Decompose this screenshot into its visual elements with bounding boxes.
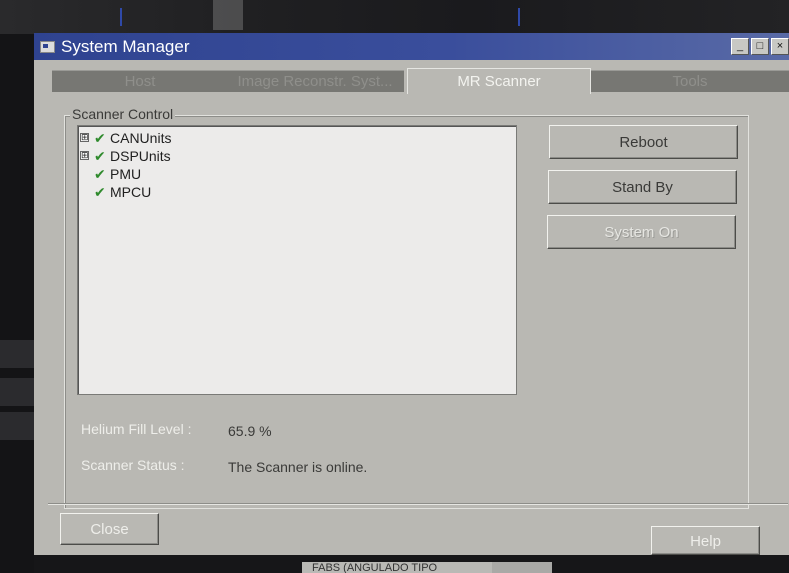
- tree-item-label: DSPUnits: [110, 148, 171, 164]
- tab-tools[interactable]: Tools: [591, 70, 789, 92]
- background-fragment: [0, 378, 34, 406]
- maximize-button[interactable]: □: [751, 38, 769, 55]
- monitor-left-background: [0, 34, 34, 573]
- close-button[interactable]: Close: [60, 513, 159, 545]
- check-icon: ✔: [94, 166, 106, 182]
- window-title: System Manager: [61, 37, 190, 56]
- check-icon: ✔: [94, 184, 106, 200]
- background-marker: [120, 8, 122, 26]
- background-text-field: FABS (ANGULADO TIPO: [302, 562, 492, 573]
- scanner-status-value: The Scanner is online.: [228, 459, 368, 475]
- stand-by-button[interactable]: Stand By: [548, 170, 737, 204]
- tab-image-reconstr-syst[interactable]: Image Reconstr. Syst...: [226, 70, 404, 92]
- tree-item-label: PMU: [110, 166, 142, 182]
- window-icon: [40, 41, 55, 53]
- minimize-button[interactable]: _: [731, 38, 749, 55]
- title-bar[interactable]: System Manager _ □ ×: [34, 33, 789, 60]
- tree-item-pmu[interactable]: ✔ PMU: [78, 165, 198, 183]
- expand-plus-icon[interactable]: ⊞: [80, 133, 89, 142]
- help-button[interactable]: Help: [651, 526, 760, 555]
- scanner-status-label: Scanner Status :: [81, 457, 185, 473]
- tab-host[interactable]: Host: [52, 70, 228, 92]
- background-fragment: [0, 340, 34, 368]
- tree-item-mpcu[interactable]: ✔ MPCU: [78, 183, 198, 201]
- monitor-top-background: [0, 0, 789, 34]
- tab-mr-scanner[interactable]: MR Scanner: [407, 68, 591, 94]
- tree-item-canunits[interactable]: ⊞ ✔ CANUnits: [78, 129, 198, 147]
- reboot-button[interactable]: Reboot: [549, 125, 738, 159]
- close-window-button[interactable]: ×: [771, 38, 789, 55]
- helium-fill-level-value: 65.9 %: [228, 423, 272, 439]
- tree-item-dspunits[interactable]: ⊞ ✔ DSPUnits: [78, 147, 198, 165]
- background-marker: [518, 8, 520, 26]
- check-icon: ✔: [94, 148, 106, 164]
- helium-fill-level-label: Helium Fill Level :: [81, 421, 192, 437]
- system-manager-window: System Manager _ □ × Host Image Reconstr…: [34, 33, 789, 555]
- tree-item-label: MPCU: [110, 184, 152, 200]
- footer-separator: [48, 503, 788, 505]
- background-field: [492, 562, 552, 573]
- scanner-control-label: Scanner Control: [70, 106, 176, 122]
- background-fragment: [0, 412, 34, 440]
- check-icon: ✔: [94, 130, 106, 146]
- background-glare: [213, 0, 243, 30]
- expand-plus-icon[interactable]: ⊞: [80, 151, 89, 160]
- tree-item-label: CANUnits: [110, 130, 172, 146]
- tab-bar: Host Image Reconstr. Syst... MR Scanner …: [52, 68, 789, 94]
- system-on-button[interactable]: System On: [547, 215, 736, 249]
- window-controls: _ □ ×: [731, 38, 789, 55]
- scanner-control-tree[interactable]: ⊞ ✔ CANUnits ⊞ ✔ DSPUnits ✔ PMU ✔ MPCU: [77, 125, 517, 395]
